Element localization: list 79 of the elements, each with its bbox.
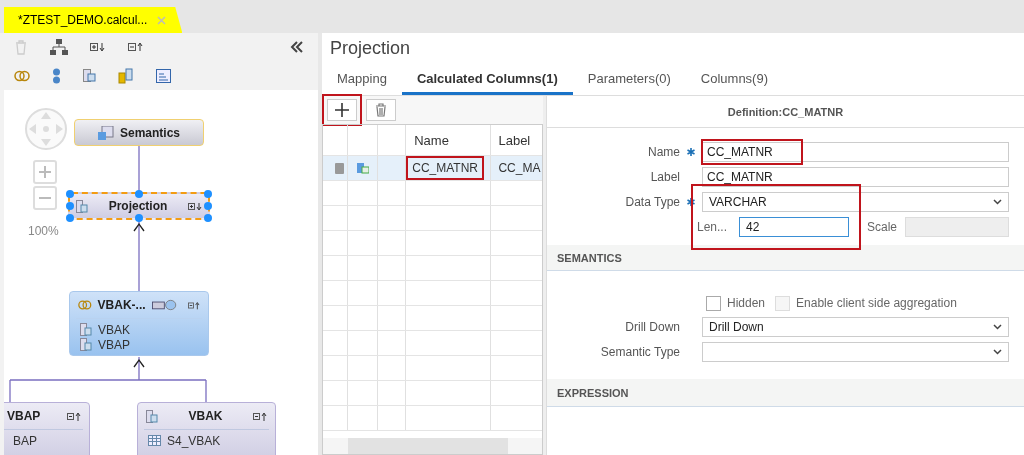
field-label: Data Type (624, 194, 680, 209)
document-icon (334, 162, 344, 174)
column-header[interactable]: Label (491, 125, 542, 155)
table-row[interactable]: CC_MATNR CC_MA (323, 156, 542, 181)
text-field[interactable]: CC_MATNR (702, 166, 1009, 187)
table-cell: CC_MATNR (406, 156, 484, 180)
dropdown[interactable]: Drill Down (702, 316, 1009, 337)
section-header: SEMANTICS (547, 245, 1024, 271)
join-icon (78, 299, 92, 311)
dropdown[interactable] (702, 341, 1009, 362)
node-title: Projection (107, 199, 169, 213)
close-icon[interactable] (157, 15, 167, 25)
diagram-node[interactable]: VBAK-... VBAK VBAP (69, 291, 209, 356)
node-title: VBAK-... (97, 298, 146, 312)
connector-line (138, 145, 140, 193)
expand-all-icon[interactable] (90, 42, 106, 53)
view-icon (80, 338, 92, 351)
calculated-column-icon (356, 162, 369, 174)
diagram-node[interactable]: Semantics (74, 119, 204, 146)
plus-icon (335, 103, 349, 117)
collapse-icon[interactable] (253, 411, 267, 421)
checkbox-label: Hidden (727, 296, 766, 310)
plus-icon (38, 165, 52, 179)
node-title: VBAP (6, 409, 42, 423)
text-field[interactable]: CC_MATNR (702, 141, 1009, 162)
zoom-level: 100% (28, 224, 59, 238)
diagram-node[interactable]: Projection (68, 192, 210, 220)
length-field[interactable]: 42 (739, 216, 849, 237)
view-icon (146, 409, 158, 423)
data-type-select[interactable]: VARCHAR (702, 191, 1009, 212)
definition-title: Definition:CC_MATNR (547, 96, 1024, 128)
union-icon[interactable] (52, 67, 61, 84)
zoom-in-button[interactable] (33, 160, 57, 184)
table-cell: CC_MA (498, 161, 541, 175)
editor-tab[interactable]: *ZTEST_DEMO.calcul... (4, 7, 183, 33)
resize-handle[interactable] (135, 214, 143, 222)
node-item: S4_VBAK (167, 433, 221, 448)
collapse-icon[interactable] (67, 411, 81, 421)
chevron-down-icon (993, 348, 1002, 355)
diagram-node[interactable]: VBAK S4_VBAK (137, 402, 276, 455)
zoom-out-button[interactable] (33, 186, 57, 210)
view-icon (80, 323, 92, 336)
collapse-all-icon[interactable] (128, 42, 144, 53)
tab[interactable]: Parameters(0) (572, 64, 686, 95)
expand-icon[interactable] (188, 201, 202, 211)
scrollbar-thumb[interactable] (348, 438, 508, 454)
node-title: VBAK (187, 409, 224, 423)
chevron-down-icon (993, 323, 1002, 330)
collapse-icon[interactable] (188, 300, 200, 310)
chevron-down-icon (993, 198, 1002, 205)
field-label: Semantic Type (599, 344, 680, 359)
collapse-panel-icon[interactable] (290, 41, 304, 54)
delete-button[interactable] (366, 99, 396, 121)
node-item: VBAK (98, 322, 130, 337)
column-header[interactable]: Name (406, 125, 492, 155)
resize-handle[interactable] (135, 190, 143, 198)
tab[interactable]: Mapping (322, 64, 402, 95)
node-title: Semantics (120, 125, 180, 140)
field-label: Drill Down (624, 319, 680, 334)
table-icon (148, 435, 161, 446)
field-label: Name (647, 144, 680, 159)
field-label: Len... (697, 219, 729, 234)
node-item: VBAP (98, 337, 130, 352)
field-label: Scale (867, 219, 899, 234)
tab[interactable]: Columns(9) (685, 64, 783, 95)
join-icon[interactable] (14, 69, 30, 82)
semantics-icon (98, 125, 114, 140)
projection-icon[interactable] (83, 69, 96, 83)
field-label: Label (649, 169, 680, 184)
view-icon (76, 199, 88, 213)
trash-icon (375, 103, 387, 117)
hierarchy-icon[interactable] (50, 39, 68, 56)
connector-arrow (133, 220, 145, 292)
checkbox[interactable] (706, 295, 721, 311)
section-header: EXPRESSION (547, 379, 1024, 407)
panel-title: Projection (329, 37, 412, 60)
checkbox-label: Enable client side aggregation (796, 296, 957, 310)
diagram-node[interactable]: VBAP BAP (4, 402, 90, 455)
node-item: BAP (13, 433, 37, 448)
